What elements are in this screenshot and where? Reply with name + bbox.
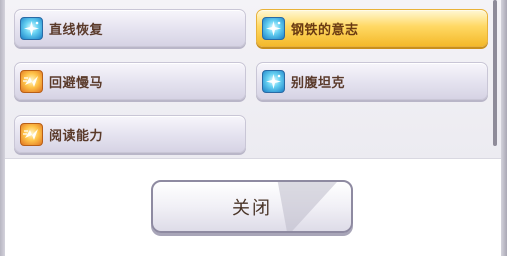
sparkle-icon [262,16,285,40]
close-button-label: 关闭 [232,197,272,219]
skill-list-panel: 直线恢复 钢铁的意志 回避慢马 别腹坦克 阅读能力 [0,0,507,159]
dialog-frame-right [501,0,507,256]
skill-label: 阅读能力 [49,128,104,144]
skill-card-dodge-slow-horse[interactable]: 回避慢马 [14,62,246,100]
skill-label: 别腹坦克 [291,75,346,91]
skill-card-reading-ability[interactable]: 阅读能力 [14,115,246,153]
skill-dialog: 直线恢复 钢铁的意志 回避慢马 别腹坦克 阅读能力 关闭 [0,0,507,256]
close-button[interactable]: 关闭 [151,180,353,233]
dash-icon [20,69,43,93]
skill-label: 直线恢复 [49,22,104,38]
skill-list-scrollbar[interactable] [493,0,497,146]
skill-card-straight-recovery[interactable]: 直线恢复 [14,9,246,47]
dialog-frame-left [0,0,5,256]
skill-label: 回避慢马 [49,75,104,91]
skill-card-second-stomach-tank[interactable]: 别腹坦克 [256,62,488,100]
sparkle-icon [20,16,43,40]
dash-icon [20,122,43,146]
sparkle-icon [262,69,285,93]
skill-label: 钢铁的意志 [291,22,359,38]
skill-card-iron-will[interactable]: 钢铁的意志 [256,9,488,47]
